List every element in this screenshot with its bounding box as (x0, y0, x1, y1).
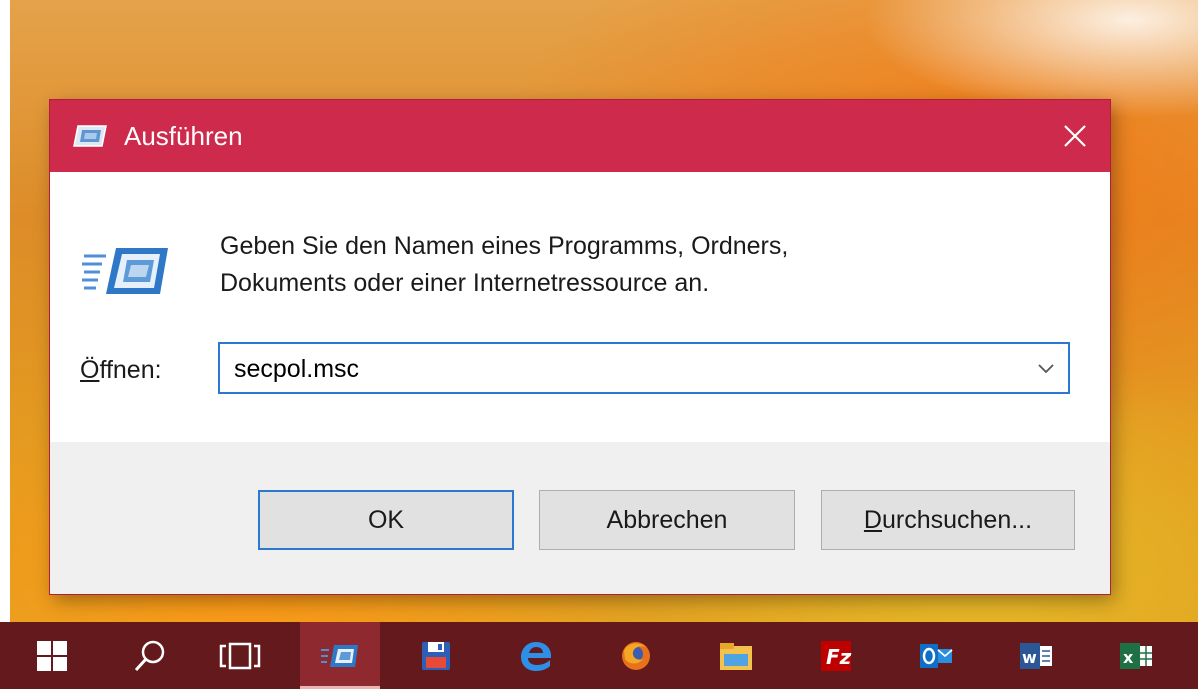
taskbar-save-app[interactable] (396, 622, 476, 689)
file-explorer-icon (720, 642, 752, 670)
open-label: Öffnen: (80, 355, 162, 385)
description-line-1: Geben Sie den Namen eines Programms, Ord… (220, 232, 789, 260)
svg-text:x: x (1123, 648, 1134, 667)
chevron-down-icon[interactable] (1032, 354, 1060, 382)
search-icon (134, 640, 165, 671)
open-input[interactable]: secpol.msc (234, 354, 359, 384)
windows-start-icon (37, 640, 67, 671)
svg-text:w: w (1022, 648, 1037, 667)
task-view-icon (219, 642, 261, 669)
desktop-wallpaper: Ausführen Geben Sie den Namen eines Prog… (0, 0, 1198, 622)
taskbar-firefox[interactable] (596, 622, 676, 689)
description-line-2: Dokuments oder einer Internetressource a… (220, 269, 710, 297)
taskbar-edge[interactable] (496, 622, 576, 689)
taskbar-run-dialog[interactable] (300, 622, 380, 689)
cancel-button[interactable]: Abbrechen (539, 490, 795, 550)
search-button[interactable] (110, 622, 190, 689)
close-icon (1064, 125, 1086, 147)
taskbar-outlook[interactable] (896, 622, 976, 689)
excel-icon: x (1120, 642, 1152, 669)
ok-button[interactable]: OK (258, 490, 514, 550)
dialog-button-bar: OK Abbrechen Durchsuchen... (50, 442, 1110, 594)
browse-accelerator: D (863, 505, 882, 534)
run-dialog: Ausführen Geben Sie den Namen eines Prog… (50, 100, 1110, 594)
screen-edge (0, 0, 10, 622)
close-button[interactable] (1040, 100, 1110, 172)
dialog-title: Ausführen (124, 121, 243, 151)
open-label-text: ffnen: (99, 356, 162, 384)
browse-button[interactable]: Durchsuchen... (821, 490, 1075, 550)
open-combobox[interactable]: secpol.msc (218, 342, 1070, 394)
taskbar: Fz w x (0, 622, 1198, 689)
dialog-titlebar[interactable]: Ausführen (50, 100, 1110, 172)
run-icon (73, 125, 107, 147)
dialog-description: Geben Sie den Namen eines Programms, Ord… (220, 228, 788, 302)
taskbar-filezilla[interactable]: Fz (796, 622, 876, 689)
outlook-icon (920, 643, 953, 668)
run-program-icon (82, 248, 168, 294)
run-dialog-icon (321, 644, 358, 667)
word-icon: w (1020, 642, 1052, 669)
task-view-button[interactable] (200, 622, 280, 689)
svg-text:Fz: Fz (826, 645, 852, 669)
browse-label: urchsuchen... (881, 505, 1033, 534)
taskbar-file-explorer[interactable] (696, 622, 776, 689)
open-label-accelerator: Ö (80, 356, 100, 384)
start-button[interactable] (12, 622, 92, 689)
firefox-icon (622, 641, 650, 670)
dialog-content: Geben Sie den Namen eines Programms, Ord… (50, 172, 1110, 442)
edge-browser-icon (521, 641, 552, 671)
floppy-save-icon (422, 641, 450, 670)
taskbar-word[interactable]: w (996, 622, 1076, 689)
taskbar-excel[interactable]: x (1096, 622, 1176, 689)
filezilla-icon: Fz (821, 640, 852, 671)
